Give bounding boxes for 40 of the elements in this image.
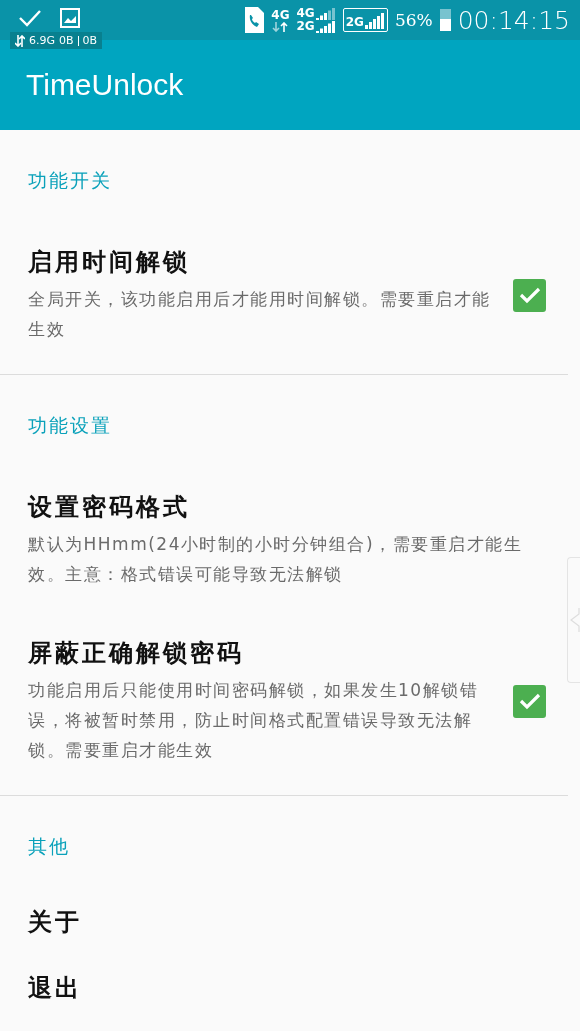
preference-title: 设置密码格式 — [28, 492, 191, 523]
checkmark-icon — [517, 285, 542, 305]
network-label: 4G — [296, 7, 315, 20]
preference-title: 关于 — [28, 907, 83, 938]
preference-title: 屏蔽正确解锁密码 — [28, 638, 245, 669]
traffic-total: 6.9G — [29, 34, 56, 47]
traffic-up: 0B — [82, 34, 98, 47]
section-header: 功能设置 — [27, 413, 113, 438]
network-label: 2G — [345, 16, 364, 29]
transfer-icon — [15, 34, 25, 47]
check-icon — [18, 8, 42, 28]
preference-summary: 功能启用后只能使用时间密码解锁，如果发生10解锁错误，将被暂时禁用，防止时间格式配置错误导致无法解锁。需要重启才能生效 — [28, 679, 480, 762]
signal-icon — [364, 11, 385, 29]
data-arrows-icon — [272, 21, 289, 32]
traffic-down: 0B — [59, 34, 74, 47]
network-label: 4G — [271, 8, 290, 22]
checkbox[interactable] — [513, 684, 546, 718]
preference-item[interactable]: 启用时间解锁 全局开关，该功能启用后才能用时间解锁。需要重启才能生效 — [0, 206, 568, 352]
signal-icon — [315, 8, 336, 20]
preference-title: 退出 — [28, 973, 83, 1004]
sim-card-icon — [244, 7, 265, 33]
edge-handle[interactable] — [567, 557, 580, 683]
section-header: 功能开关 — [27, 168, 113, 193]
preference-title: 启用时间解锁 — [28, 247, 191, 278]
signal-icon — [315, 21, 336, 33]
image-icon — [60, 8, 80, 28]
checkmark-icon — [517, 691, 542, 711]
preference-summary: 默认为HHmm(24小时制的小时分钟组合)，需要重启才能生效。主意：格式错误可能导致无法解锁 — [28, 533, 524, 586]
checkbox[interactable] — [513, 278, 546, 312]
preference-summary: 全局开关，该功能启用后才能用时间解锁。需要重启才能生效 — [28, 288, 492, 341]
network-label: 2G — [296, 20, 315, 33]
app-title: TimeUnlock — [26, 68, 184, 102]
preference-item[interactable]: 退出 — [0, 938, 568, 1004]
preference-item[interactable]: 关于 — [0, 872, 568, 938]
section-header: 其他 — [27, 834, 71, 859]
preference-item[interactable]: 屏蔽正确解锁密码 功能启用后只能使用时间密码解锁，如果发生10解锁错误，将被暂时禁用，防止时间格式配置错误导致无法解锁。需要重启才能生效 — [0, 597, 568, 773]
preference-item[interactable]: 设置密码格式 默认为HHmm(24小时制的小时分钟组合)，需要重启才能生效。主意：格式错误可能导致无法解锁 — [0, 451, 568, 597]
battery-percent: 56% — [394, 10, 433, 30]
battery-icon — [439, 9, 451, 31]
clock: 00:14:15 — [457, 5, 570, 35]
